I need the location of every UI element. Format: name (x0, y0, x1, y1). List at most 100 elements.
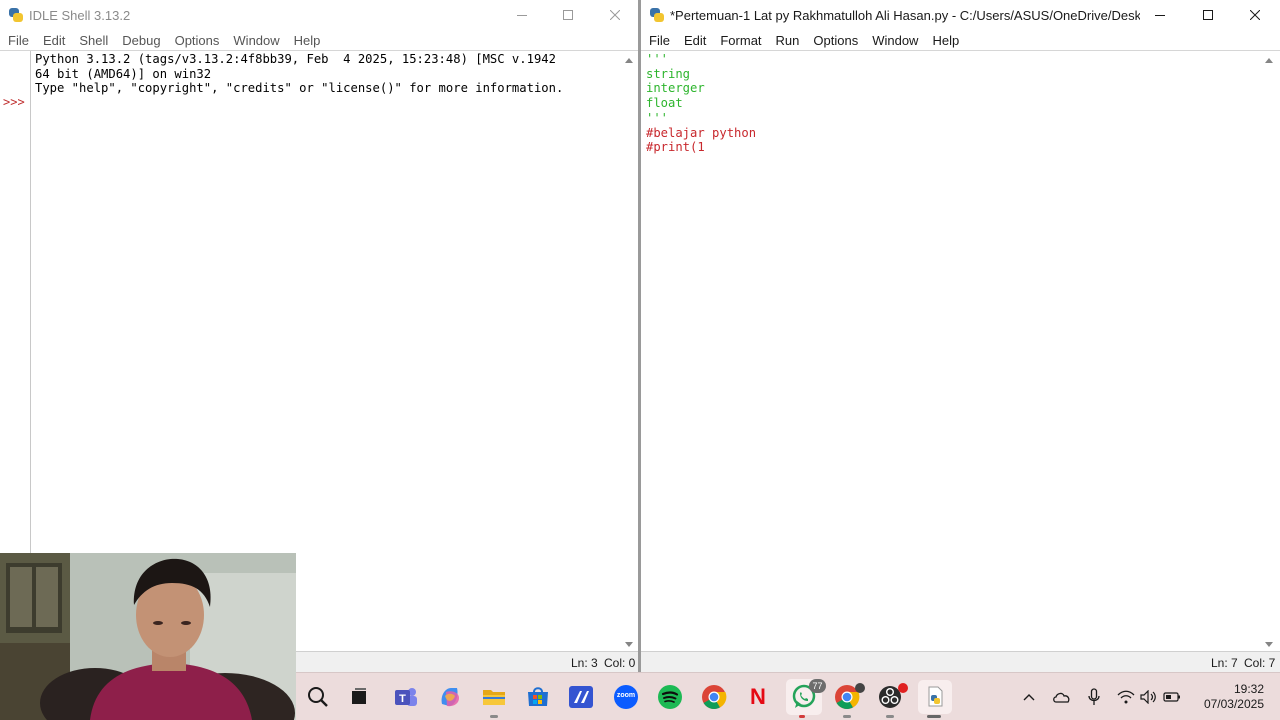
menu-file[interactable]: File (8, 33, 29, 48)
taskbar-file-explorer-button[interactable] (478, 681, 510, 718)
editor-status-line: Ln: 7 (1211, 656, 1238, 670)
running-indicator (799, 715, 805, 718)
file-explorer-icon (483, 690, 505, 705)
menu-window[interactable]: Window (872, 33, 918, 48)
windows-taskbar: T zoom N 77 19:32 07/03/2025 (296, 672, 1280, 720)
taskbar-store-button[interactable] (522, 681, 554, 713)
shell-output-line: 64 bit (AMD64)] on win32 (35, 66, 212, 81)
whatsapp-unread-badge: 77 (809, 679, 826, 693)
tray-wifi-button[interactable] (1116, 687, 1136, 707)
shell-prompt: >>> (3, 95, 25, 109)
menu-window[interactable]: Window (233, 33, 279, 48)
menu-edit[interactable]: Edit (43, 33, 65, 48)
taskbar-editor-app-button[interactable] (565, 681, 597, 713)
tray-battery-button[interactable] (1162, 687, 1182, 707)
profile-avatar (855, 683, 865, 693)
scroll-down-icon[interactable] (625, 642, 633, 647)
minimize-button[interactable] (1137, 0, 1183, 30)
tray-volume-button[interactable] (1139, 687, 1159, 707)
menu-options[interactable]: Options (813, 33, 858, 48)
taskbar-netflix-button[interactable]: N (742, 681, 774, 713)
svg-text:T: T (399, 693, 406, 705)
scroll-down-icon[interactable] (1265, 642, 1273, 647)
close-icon (610, 10, 620, 20)
menu-run[interactable]: Run (776, 33, 800, 48)
chrome-icon (702, 685, 727, 710)
shell-status-line: Ln: 3 (571, 656, 598, 670)
wifi-icon (1117, 690, 1135, 704)
webcam-overlay (0, 553, 296, 720)
close-button[interactable] (592, 0, 638, 30)
tray-microphone-button[interactable] (1084, 687, 1104, 707)
shell-menubar: File Edit Shell Debug Options Window Hel… (0, 31, 638, 50)
taskbar-chrome-button[interactable] (698, 681, 730, 713)
onedrive-icon (1053, 692, 1070, 703)
menu-file[interactable]: File (649, 33, 670, 48)
chevron-up-icon (1023, 694, 1035, 701)
code-line: ''' (646, 52, 669, 66)
running-indicator (490, 715, 498, 718)
minimize-button[interactable] (499, 0, 545, 30)
running-indicator (886, 715, 894, 718)
menu-help[interactable]: Help (294, 33, 321, 48)
maximize-button[interactable] (545, 0, 591, 30)
taskbar-idle-button[interactable] (918, 680, 952, 718)
minimize-icon (1155, 15, 1165, 16)
close-button[interactable] (1232, 0, 1278, 30)
maximize-button[interactable] (1185, 0, 1231, 30)
code-line: #belajar python (646, 125, 757, 140)
menu-options[interactable]: Options (175, 33, 220, 48)
editor-app-icon (569, 686, 593, 708)
menu-format[interactable]: Format (720, 33, 761, 48)
recording-indicator (898, 683, 908, 693)
scroll-up-icon[interactable] (625, 58, 633, 63)
code-line: ''' (646, 110, 669, 125)
code-line: interger (646, 81, 705, 96)
volume-icon (1140, 690, 1156, 704)
shell-output-line: Python 3.13.2 (tags/v3.13.2:4f8bb39, Feb… (35, 52, 556, 66)
menu-help[interactable]: Help (932, 33, 959, 48)
maximize-icon (1203, 10, 1213, 20)
python-icon (8, 7, 24, 23)
shell-output-line: Type "help", "copyright", "credits" or "… (35, 81, 564, 96)
taskbar-whatsapp-button[interactable]: 77 (786, 679, 826, 718)
taskbar-copilot-button[interactable] (434, 681, 466, 713)
teams-icon: T (395, 688, 417, 706)
shell-status-col: Col: 0 (604, 656, 636, 670)
taskbar-zoom-button[interactable]: zoom (610, 681, 642, 713)
code-line: #print(1 (646, 140, 705, 155)
tray-overflow-button[interactable] (1019, 687, 1039, 707)
shell-titlebar: IDLE Shell 3.13.2 (0, 0, 638, 30)
taskbar-spotify-button[interactable] (654, 681, 686, 713)
netflix-icon: N (750, 684, 766, 709)
menu-edit[interactable]: Edit (684, 33, 706, 48)
editor-status-col: Col: 7 (1244, 656, 1276, 670)
copilot-icon (441, 688, 459, 707)
running-indicator (843, 715, 851, 718)
code-line: float (646, 96, 683, 111)
menu-debug[interactable]: Debug (122, 33, 160, 48)
editor-scrollbar[interactable] (1261, 51, 1278, 651)
shell-output[interactable]: Python 3.13.2 (tags/v3.13.2:4f8bb39, Feb… (35, 52, 563, 96)
search-icon (308, 687, 328, 707)
scroll-up-icon[interactable] (1265, 58, 1273, 63)
shell-window-title: IDLE Shell 3.13.2 (29, 7, 131, 23)
taskbar-chrome-profile-button[interactable] (831, 681, 865, 718)
code-line: string (646, 66, 691, 81)
microphone-icon (1088, 688, 1100, 705)
tray-onedrive-button[interactable] (1052, 687, 1072, 707)
editor-text-area[interactable]: ''' string interger float ''' #belajar python… (646, 52, 756, 155)
microsoft-store-icon (528, 687, 548, 706)
taskbar-search-button[interactable] (302, 681, 334, 713)
taskbar-task-view-button[interactable] (343, 681, 375, 713)
shell-scrollbar[interactable] (621, 51, 638, 651)
menu-shell[interactable]: Shell (79, 33, 108, 48)
editor-statusbar: Ln: 7 Col: 7 (641, 651, 1280, 672)
idle-editor-window: *Pertemuan-1 Lat py Rakhmatulloh Ali Has… (641, 0, 1280, 672)
taskbar-obs-button[interactable] (874, 681, 908, 718)
taskbar-teams-button[interactable]: T (390, 681, 422, 713)
taskbar-clock[interactable]: 19:32 07/03/2025 (1204, 682, 1264, 712)
clock-time: 19:32 (1233, 682, 1264, 696)
minimize-icon (517, 15, 527, 16)
python-icon (649, 7, 665, 23)
